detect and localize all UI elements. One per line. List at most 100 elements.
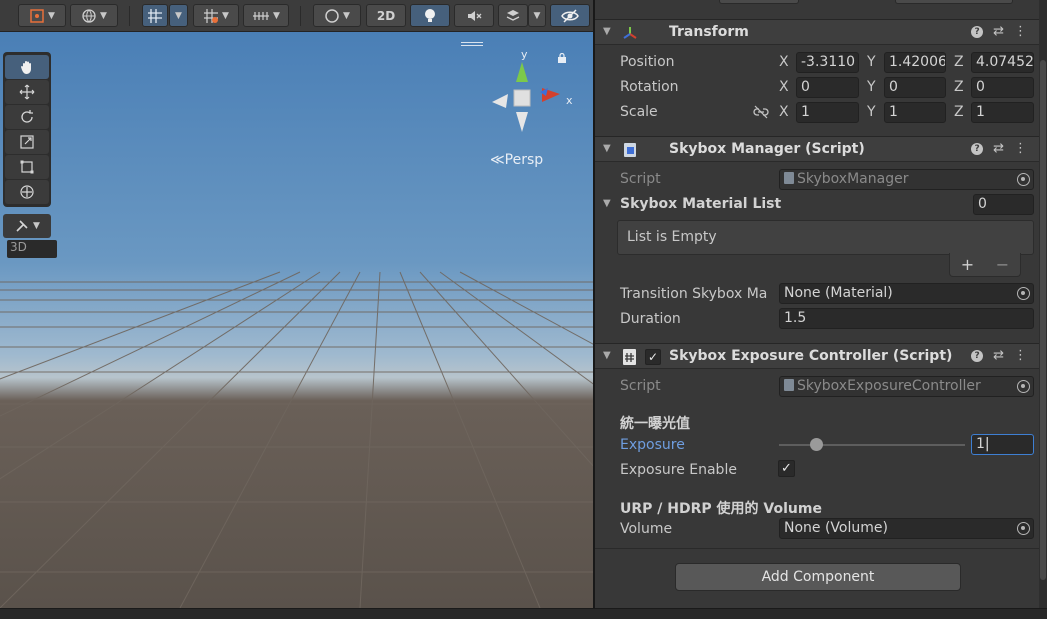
presets-icon[interactable]: ⇄ — [993, 24, 1004, 39]
rotation-x-field[interactable]: 0 — [796, 77, 859, 98]
scale-x-axis[interactable]: X — [779, 104, 789, 120]
audio-toggle[interactable] — [454, 4, 494, 27]
skybox-manager-header[interactable]: ▼ Skybox Manager (Script) ? ⇄ ⋮ — [595, 136, 1039, 162]
gizmo-neg-x-cone[interactable] — [492, 94, 508, 108]
presets-icon[interactable]: ⇄ — [993, 141, 1004, 156]
rotation-y-axis[interactable]: Y — [867, 79, 876, 95]
kebab-menu-icon[interactable]: ⋮ — [1014, 141, 1027, 156]
gizmo-neg-y-cone[interactable] — [516, 112, 528, 132]
add-element-button[interactable]: + — [961, 255, 974, 274]
grid-snap-icon — [148, 8, 162, 23]
foldout-arrow-icon[interactable]: ▼ — [603, 350, 611, 361]
rotation-z-axis[interactable]: Z — [954, 79, 964, 95]
transition-skybox-field[interactable]: None (Material) — [779, 283, 1034, 304]
kebab-menu-icon[interactable]: ⋮ — [1014, 24, 1027, 39]
scale-icon — [20, 135, 34, 149]
position-y-axis[interactable]: Y — [867, 54, 876, 70]
skybox-manager-script-field[interactable]: SkyboxManager — [779, 169, 1034, 190]
scale-z-axis[interactable]: Z — [954, 104, 964, 120]
toggle-2d-button[interactable]: 2D — [366, 4, 406, 27]
header-icons: ? ⇄ ⋮ — [971, 348, 1027, 363]
view-tool-button[interactable] — [5, 55, 49, 79]
gizmo-y-cone[interactable] — [516, 62, 528, 82]
custom-tools-button[interactable]: ▼ — [3, 214, 51, 238]
exposure-slider-track[interactable] — [779, 444, 965, 446]
help-icon[interactable]: ? — [971, 142, 984, 155]
scale-tool-button[interactable] — [5, 130, 49, 154]
view-mode-badge: 3D — [7, 240, 57, 258]
rotate-tool-button[interactable] — [5, 105, 49, 129]
increment-snap-button[interactable]: ▼ — [193, 4, 239, 27]
transform-header[interactable]: ▼ Transform ? ⇄ ⋮ — [595, 19, 1039, 45]
foldout-arrow-icon[interactable]: ▼ — [603, 143, 611, 154]
scene-toolbar: ▼ ▼ ▼ ▼ ▼ ▼ 2D ▼ — [0, 0, 593, 32]
duration-field[interactable]: 1.5 — [779, 308, 1034, 329]
move-tool-button[interactable] — [5, 80, 49, 104]
shading-mode-button[interactable]: ▼ — [313, 4, 361, 27]
grid-snapping-dropdown[interactable]: ▼ — [169, 4, 188, 27]
position-x-field[interactable]: -3.3110 — [796, 52, 859, 73]
position-z-field[interactable]: 4.07452 — [971, 52, 1034, 73]
scrollbar-thumb[interactable] — [1040, 60, 1046, 580]
exposure-slider-thumb[interactable] — [809, 438, 823, 451]
global-local-button[interactable]: ▼ — [70, 4, 118, 27]
object-picker-icon[interactable] — [1017, 173, 1030, 186]
position-x-axis[interactable]: X — [779, 54, 789, 70]
rotation-x-axis[interactable]: X — [779, 79, 789, 95]
eye-hidden-icon — [561, 8, 579, 23]
volume-section-header: URP / HDRP 使用的 Volume — [620, 501, 822, 517]
object-picker-icon[interactable] — [1017, 522, 1030, 535]
effects-toggle[interactable] — [498, 4, 528, 27]
rect-tool-button[interactable] — [5, 155, 49, 179]
scale-x-field[interactable]: 1 — [796, 102, 859, 123]
rotation-y-field[interactable]: 0 — [884, 77, 946, 98]
remove-element-button[interactable]: − — [996, 255, 1009, 274]
list-foldout-arrow-icon[interactable]: ▼ — [603, 198, 611, 209]
transform-tool-button[interactable] — [5, 180, 49, 204]
component-enabled-checkbox[interactable]: ✓ — [645, 349, 661, 365]
foldout-arrow-icon[interactable]: ▼ — [603, 26, 611, 37]
help-icon[interactable]: ? — [971, 25, 984, 38]
volume-field[interactable]: None (Volume) — [779, 518, 1034, 539]
orientation-gizmo[interactable]: y x — [480, 44, 580, 144]
unity-editor: ▼ ▼ ▼ ▼ ▼ ▼ 2D ▼ y x ≪Persp ▼ 3D ▼ Trans… — [0, 0, 1047, 619]
effects-dropdown[interactable]: ▼ — [528, 4, 546, 27]
inspector-scrollbar[interactable] — [1039, 0, 1047, 608]
skybox-exposure-script-field[interactable]: SkyboxExposureController — [779, 376, 1034, 397]
exposure-enable-checkbox[interactable]: ✓ — [778, 460, 795, 477]
move-arrows-icon — [19, 84, 35, 100]
gizmo-center-cube[interactable] — [513, 89, 531, 107]
chevron-down-icon: ▼ — [270, 10, 280, 21]
section-divider — [595, 548, 1039, 549]
grid-snapping-button[interactable] — [142, 4, 168, 27]
presets-icon[interactable]: ⇄ — [993, 348, 1004, 363]
scale-y-field[interactable]: 1 — [884, 102, 946, 123]
add-component-button[interactable]: Add Component — [675, 563, 961, 591]
transition-skybox-label: Transition Skybox Ma — [620, 286, 768, 302]
kebab-menu-icon[interactable]: ⋮ — [1014, 348, 1027, 363]
rotation-z-field[interactable]: 0 — [971, 77, 1034, 98]
position-y-field[interactable]: 1.42006 — [884, 52, 946, 73]
duration-label: Duration — [620, 311, 681, 327]
scene-visibility-toggle[interactable] — [550, 4, 590, 27]
badge-3d-label: 3D — [10, 240, 27, 254]
gizmo-orientation-button[interactable]: ▼ — [18, 4, 66, 27]
list-footer: + − — [949, 253, 1021, 277]
scale-y-axis[interactable]: Y — [867, 104, 876, 120]
object-picker-icon[interactable] — [1017, 380, 1030, 393]
skybox-material-list-label[interactable]: Skybox Material List — [620, 196, 781, 212]
scale-z-field[interactable]: 1 — [971, 102, 1034, 123]
ruler-grid-button[interactable]: ▼ — [243, 4, 289, 27]
volume-label: Volume — [620, 521, 673, 537]
list-size-field[interactable]: 0 — [973, 194, 1034, 215]
constrain-proportions-icon[interactable] — [753, 105, 769, 119]
position-z-axis[interactable]: Z — [954, 54, 964, 70]
ruler-icon — [253, 11, 270, 20]
object-picker-icon[interactable] — [1017, 287, 1030, 300]
projection-label[interactable]: ≪Persp — [490, 152, 543, 168]
help-icon[interactable]: ? — [971, 349, 984, 362]
transform-all-icon — [20, 185, 34, 199]
exposure-value-field[interactable]: 1| — [971, 434, 1034, 455]
scene-lighting-toggle[interactable] — [410, 4, 450, 27]
skybox-exposure-header[interactable]: ▼ ✓ Skybox Exposure Controller (Script) … — [595, 343, 1039, 369]
